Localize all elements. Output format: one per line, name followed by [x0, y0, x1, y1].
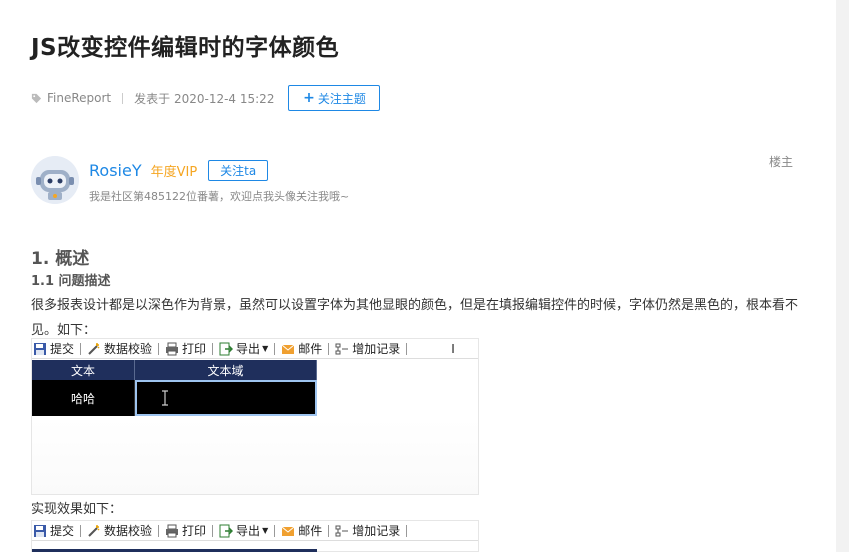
- grid-header-textarea: 文本域: [135, 360, 317, 380]
- post-meta: FineReport 发表于 2020-12-4 15:22 + 关注主题: [31, 85, 381, 111]
- toolbar-divider: [406, 342, 408, 355]
- embedded-screenshot-before: 提交 数据校验 打印 导出 ▼ 邮件 增加记录 I 文本 文本域 哈哈: [31, 338, 479, 495]
- section-heading: 1. 概述: [31, 249, 90, 269]
- toolbar-add-record[interactable]: 增加记录: [335, 521, 401, 540]
- toolbar-export[interactable]: 导出 ▼: [219, 521, 269, 540]
- subsection-heading: 1.1 问题描述: [31, 274, 111, 289]
- meta-divider: [122, 92, 124, 104]
- toolbar-validate[interactable]: 数据校验: [87, 521, 153, 540]
- toolbar-validate[interactable]: 数据校验: [87, 339, 153, 358]
- grid-cell-editor[interactable]: [135, 380, 317, 416]
- avatar[interactable]: [31, 156, 79, 204]
- add-record-icon: [335, 343, 349, 354]
- toolbar-divider: [212, 524, 214, 537]
- toolbar-email-label: 邮件: [298, 342, 323, 356]
- scrollbar[interactable]: [836, 0, 849, 552]
- post-title: JS改变控件编辑时的字体颜色: [31, 35, 340, 61]
- wand-icon: [88, 342, 100, 355]
- toolbar-print-label: 打印: [182, 342, 207, 356]
- toolbar-add-record-label: 增加记录: [352, 524, 401, 538]
- dropdown-arrow-icon: ▼: [262, 344, 269, 353]
- printer-icon: [166, 342, 179, 355]
- floor-label: 楼主: [769, 155, 794, 169]
- toolbar-print[interactable]: 打印: [165, 521, 207, 540]
- toolbar-email[interactable]: 邮件: [281, 521, 323, 540]
- export-icon: [219, 524, 234, 537]
- post-date: 发表于 2020-12-4 15:22: [134, 91, 275, 106]
- report-grid: 文本 文本域 哈哈: [32, 360, 317, 416]
- follow-author-button[interactable]: 关注ta: [208, 160, 269, 181]
- grid-cell-text: 哈哈: [32, 380, 135, 416]
- author-line: RosieY 年度VIP 关注ta: [89, 160, 269, 181]
- toolbar-email-label: 邮件: [298, 524, 323, 538]
- toolbar-divider: [274, 524, 276, 537]
- save-icon: [34, 524, 46, 537]
- result-caption: 实现效果如下：: [31, 502, 123, 517]
- mail-icon: [281, 526, 295, 536]
- toolbar-divider: [80, 342, 82, 355]
- toolbar-export-label: 导出: [236, 524, 261, 538]
- toolbar-divider: [80, 524, 82, 537]
- export-icon: [219, 342, 234, 355]
- toolbar-export-label: 导出: [236, 342, 261, 356]
- add-record-icon: [335, 525, 349, 536]
- post-category[interactable]: FineReport: [47, 91, 111, 105]
- grid-row: 哈哈: [32, 380, 317, 416]
- report-toolbar: 提交 数据校验 打印 导出 ▼ 邮件: [32, 339, 478, 359]
- report-toolbar: 提交 数据校验 打印 导出 ▼ 邮件: [32, 521, 478, 541]
- toolbar-divider: [406, 524, 408, 537]
- vip-badge: 年度VIP: [150, 165, 198, 180]
- dropdown-arrow-icon: ▼: [262, 526, 269, 535]
- author-name[interactable]: RosieY: [89, 161, 142, 180]
- toolbar-divider: [158, 524, 160, 537]
- printer-icon: [166, 524, 179, 537]
- follow-topic-button[interactable]: + 关注主题: [288, 85, 381, 111]
- wand-icon: [88, 524, 100, 537]
- toolbar-print[interactable]: 打印: [165, 339, 207, 358]
- robot-avatar-icon: [31, 156, 79, 204]
- toolbar-divider: [274, 342, 276, 355]
- author-signature: 我是社区第485122位番薯，欢迎点我头像关注我哦~: [89, 190, 350, 203]
- toolbar-validate-label: 数据校验: [104, 342, 153, 356]
- toolbar-email[interactable]: 邮件: [281, 339, 323, 358]
- toolbar-print-label: 打印: [182, 524, 207, 538]
- toolbar-divider: [328, 342, 330, 355]
- toolbar-submit[interactable]: 提交: [33, 521, 75, 540]
- post-page: JS改变控件编辑时的字体颜色 FineReport 发表于 2020-12-4 …: [0, 0, 836, 552]
- toolbar-divider: [212, 342, 214, 355]
- toolbar-divider: [158, 342, 160, 355]
- save-icon: [34, 342, 46, 355]
- grid-header-text: 文本: [32, 360, 135, 380]
- grid-header-row: 文本 文本域: [32, 360, 317, 380]
- toolbar-add-record[interactable]: 增加记录: [335, 339, 401, 358]
- toolbar-add-record-label: 增加记录: [352, 342, 401, 356]
- toolbar-divider: [328, 524, 330, 537]
- mail-icon: [281, 344, 295, 354]
- toolbar-export[interactable]: 导出 ▼: [219, 339, 269, 358]
- toolbar-submit[interactable]: 提交: [33, 339, 75, 358]
- toolbar-submit-label: 提交: [50, 342, 75, 356]
- toolbar-validate-label: 数据校验: [104, 524, 153, 538]
- post-paragraph: 很多报表设计都是以深色作为背景，虽然可以设置字体为其他显眼的颜色，但是在填报编辑…: [31, 298, 799, 338]
- toolbar-trailing-glyph: I: [451, 341, 455, 356]
- embedded-screenshot-after: 提交 数据校验 打印 导出 ▼ 邮件 增加记录: [31, 520, 479, 552]
- text-cursor-icon: [162, 390, 168, 406]
- tag-icon: [31, 93, 42, 103]
- follow-topic-label: 关注主题: [317, 91, 366, 106]
- plus-icon: +: [303, 90, 315, 106]
- toolbar-submit-label: 提交: [50, 524, 75, 538]
